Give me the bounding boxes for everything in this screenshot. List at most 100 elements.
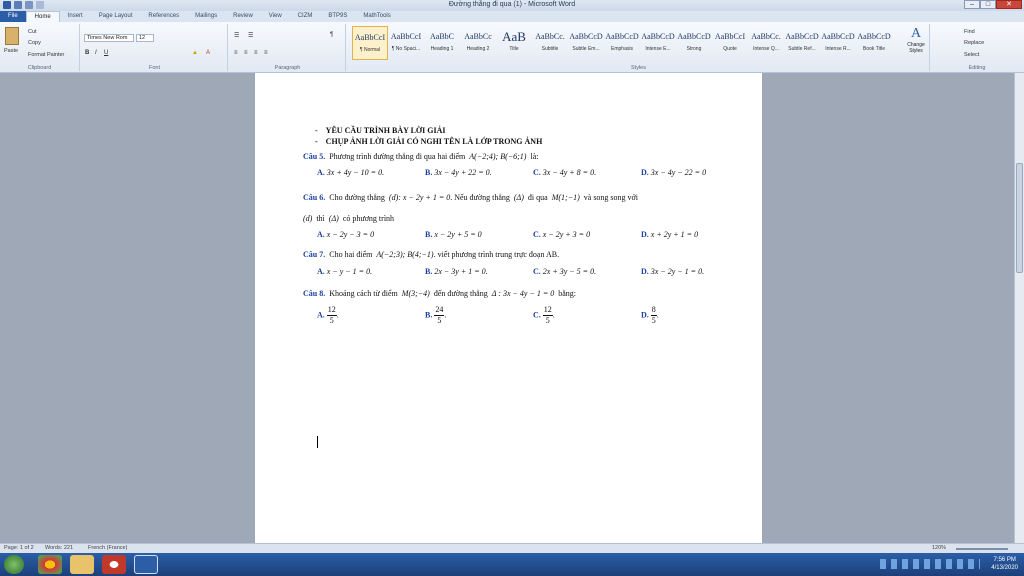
bullets-icon[interactable]: ☰ — [234, 32, 239, 39]
highlight-icon[interactable]: ▲ — [192, 50, 198, 56]
tab-cizm[interactable]: CIZM — [290, 11, 321, 22]
numerator: 8 — [650, 305, 657, 316]
style-8[interactable]: AaBbCcD Intense E... — [640, 26, 676, 60]
format-painter-button[interactable]: Format Painter — [28, 52, 64, 58]
style-3[interactable]: AaBbCc Heading 2 — [460, 26, 496, 60]
denominator: 5 — [437, 316, 442, 325]
style-7[interactable]: AaBbCcD Emphasis — [604, 26, 640, 60]
scrollbar-thumb[interactable] — [1016, 163, 1023, 273]
align-left-icon[interactable]: ≡ — [234, 50, 238, 56]
browser-icon[interactable] — [102, 555, 126, 574]
word-count[interactable]: Words: 221 — [45, 545, 73, 551]
align-right-icon[interactable]: ≡ — [254, 50, 258, 56]
tab-review[interactable]: Review — [225, 11, 261, 22]
font-color-icon[interactable]: A — [206, 50, 210, 56]
question-8: Câu 8. Khoảng cách từ điểm M(3;−4) đến đ… — [303, 289, 576, 298]
minimize-button[interactable]: – — [964, 0, 980, 9]
style-13[interactable]: AaBbCcD Intense R... — [820, 26, 856, 60]
question-math: Δ : 3x − 4y − 1 = 0 — [491, 289, 555, 298]
style-preview: AaBbCcD — [785, 32, 819, 41]
style-1[interactable]: AaBbCcI ¶ No Spaci... — [388, 26, 424, 60]
clock[interactable]: 7:56 PM 4/13/2020 — [991, 556, 1018, 572]
zoom-slider[interactable] — [956, 548, 1008, 550]
underline-button[interactable]: U — [104, 50, 108, 56]
answer-a: x − 2y − 3 = 0 — [326, 230, 375, 239]
tab-insert[interactable]: Insert — [60, 11, 91, 22]
answer-letter: C. — [533, 168, 541, 177]
answer-letter: B. — [425, 168, 433, 177]
style-11[interactable]: AaBbCc. Intense Q... — [748, 26, 784, 60]
question-text: . Nếu đường thẳng — [450, 193, 510, 202]
question-math: A(−2;4); B(−6;1) — [469, 152, 527, 161]
answer-letter: D. — [641, 168, 649, 177]
font-size-box[interactable]: 12 — [136, 34, 154, 42]
tab-mathtools[interactable]: MathTools — [355, 11, 398, 22]
question-math: (Δ) — [513, 193, 524, 202]
tab-file[interactable]: File — [0, 11, 26, 22]
tab-btp9s[interactable]: BTP9S — [320, 11, 355, 22]
numbering-icon[interactable]: ☰ — [248, 32, 253, 39]
answer-letter: C. — [533, 230, 541, 239]
maximize-button[interactable]: □ — [980, 0, 996, 9]
heading-2-text: CHỤP ẢNH LỜI GIẢI CÓ NGHI TÊN LÀ LỚP TRO… — [325, 137, 543, 146]
find-button[interactable]: Find — [964, 29, 975, 35]
question-label: Câu 5. — [303, 152, 326, 161]
question-text: Cho đường thẳng — [329, 193, 385, 202]
chrome-icon[interactable] — [38, 555, 62, 574]
answer-a: x − y − 1 = 0. — [326, 267, 373, 276]
question-math: M(3;−4) — [401, 289, 430, 298]
justify-icon[interactable]: ≡ — [264, 50, 268, 56]
style-12[interactable]: AaBbCcD Subtle Ref... — [784, 26, 820, 60]
font-name-box[interactable]: Times New Rom — [84, 34, 134, 42]
heading-2: - CHỤP ẢNH LỜI GIẢI CÓ NGHI TÊN LÀ LỚP T… — [315, 137, 543, 146]
question-text: có phương trình — [342, 214, 395, 223]
paste-button[interactable]: Paste — [4, 48, 18, 54]
style-preview: AaBbCcD — [677, 32, 711, 41]
style-preview: AaBbCc. — [751, 32, 781, 41]
close-button[interactable]: ✕ — [996, 0, 1022, 9]
style-4[interactable]: AaB Title — [496, 26, 532, 60]
style-10[interactable]: AaBbCcI Quote — [712, 26, 748, 60]
question-text: và song song với — [583, 193, 638, 202]
document-page[interactable]: - YÊU CẦU TRÌNH BÀY LỜI GIẢI - CHỤP ẢNH … — [255, 73, 762, 543]
answer-d: 85 — [650, 305, 657, 326]
italic-button[interactable]: I — [95, 50, 97, 56]
cut-button[interactable]: Cut — [28, 29, 37, 35]
style-2[interactable]: AaBbC Heading 1 — [424, 26, 460, 60]
style-name: Emphasis — [611, 46, 633, 52]
replace-button[interactable]: Replace — [964, 40, 984, 46]
bold-button[interactable]: B — [85, 50, 89, 56]
paste-icon[interactable] — [5, 27, 19, 45]
style-name: ¶ Normal — [359, 47, 381, 53]
style-14[interactable]: AaBbCcD Book Title — [856, 26, 892, 60]
show-marks-icon[interactable]: ¶ — [330, 32, 333, 38]
start-button[interactable] — [4, 555, 24, 574]
language[interactable]: French (France) — [88, 545, 127, 551]
select-button[interactable]: Select — [964, 52, 979, 58]
style-6[interactable]: AaBbCcD Subtle Em... — [568, 26, 604, 60]
change-styles-button[interactable]: A Change Styles — [903, 26, 929, 60]
tab-page-layout[interactable]: Page Layout — [91, 11, 141, 22]
style-preview: AaBbCcI — [390, 32, 422, 41]
style-9[interactable]: AaBbCcD Strong — [676, 26, 712, 60]
style-5[interactable]: AaBbCc. Subtitle — [532, 26, 568, 60]
align-center-icon[interactable]: ≡ — [244, 50, 248, 56]
paragraph-group: ☰ ☰ ¶ ≡ ≡ ≡ ≡ Paragraph — [230, 24, 346, 71]
style-name: Title — [509, 46, 519, 52]
copy-button[interactable]: Copy — [28, 40, 41, 46]
tab-references[interactable]: References — [140, 11, 187, 22]
question-text: Cho hai điểm — [329, 250, 373, 259]
tab-view[interactable]: View — [261, 11, 290, 22]
tab-home[interactable]: Home — [25, 11, 60, 22]
word-taskbar-icon[interactable] — [134, 555, 158, 574]
question-label: Câu 7. — [303, 250, 326, 259]
zoom-level[interactable]: 120% — [932, 545, 946, 551]
explorer-icon[interactable] — [70, 555, 94, 574]
page-count[interactable]: Page: 1 of 2 — [4, 545, 34, 551]
tab-mailings[interactable]: Mailings — [187, 11, 225, 22]
vertical-scrollbar[interactable] — [1014, 73, 1024, 543]
style-name: Intense R... — [825, 46, 851, 52]
tray-icons[interactable] — [880, 559, 980, 569]
style-name: Book Title — [863, 46, 885, 52]
style-0[interactable]: AaBbCcI ¶ Normal — [352, 26, 388, 60]
